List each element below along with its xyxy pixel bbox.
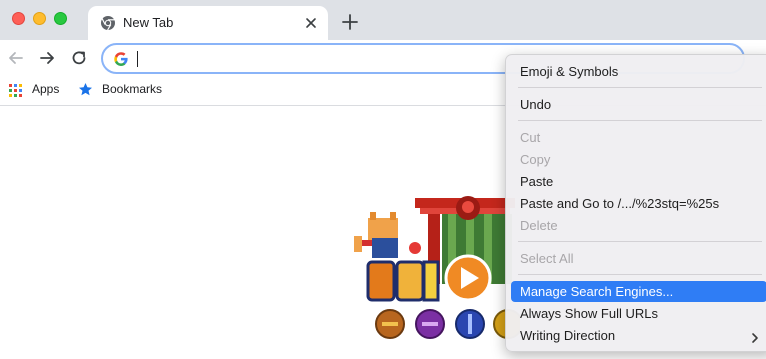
- chevron-right-icon: [751, 329, 759, 350]
- menu-item-copy[interactable]: Copy: [511, 149, 766, 170]
- context-menu: Emoji & Symbols Undo Cut Copy Paste Past…: [505, 54, 766, 352]
- apps-shortcut[interactable]: Apps: [32, 82, 59, 96]
- bookmark-star-icon: [78, 82, 93, 102]
- menu-item-emoji-symbols[interactable]: Emoji & Symbols: [511, 61, 766, 82]
- bookmarks-folder[interactable]: Bookmarks: [102, 82, 162, 96]
- google-g-icon: [113, 51, 129, 72]
- menu-item-undo[interactable]: Undo: [511, 94, 766, 115]
- text-caret: [137, 51, 138, 67]
- reload-icon[interactable]: [69, 48, 89, 68]
- menu-item-always-show-full-urls[interactable]: Always Show Full URLs: [511, 303, 766, 324]
- menu-item-select-all[interactable]: Select All: [511, 248, 766, 269]
- menu-separator: [518, 274, 762, 275]
- menu-separator: [518, 120, 762, 121]
- tab-title: New Tab: [123, 15, 174, 30]
- new-tab-button[interactable]: [338, 10, 362, 34]
- menu-item-cut[interactable]: Cut: [511, 127, 766, 148]
- menu-item-writing-direction[interactable]: Writing Direction: [511, 325, 766, 346]
- apps-grid-icon[interactable]: [9, 84, 22, 102]
- menu-item-paste-and-go[interactable]: Paste and Go to /.../%23stq=%25s: [511, 193, 766, 214]
- minimize-window-button[interactable]: [33, 12, 46, 25]
- menu-item-delete[interactable]: Delete: [511, 215, 766, 236]
- menu-item-paste[interactable]: Paste: [511, 171, 766, 192]
- close-tab-icon[interactable]: [302, 14, 320, 32]
- google-doodle[interactable]: [350, 190, 523, 350]
- menu-item-manage-search-engines[interactable]: Manage Search Engines...: [511, 281, 766, 302]
- menu-separator: [518, 241, 762, 242]
- menu-separator: [518, 87, 762, 88]
- close-window-button[interactable]: [12, 12, 25, 25]
- tab-new-tab[interactable]: New Tab: [88, 6, 328, 42]
- zoom-window-button[interactable]: [54, 12, 67, 25]
- title-bar: New Tab: [0, 0, 766, 42]
- back-arrow-icon[interactable]: [6, 48, 26, 68]
- chrome-icon: [100, 15, 116, 36]
- menu-item-label: Writing Direction: [520, 328, 616, 343]
- forward-arrow-icon[interactable]: [37, 48, 57, 68]
